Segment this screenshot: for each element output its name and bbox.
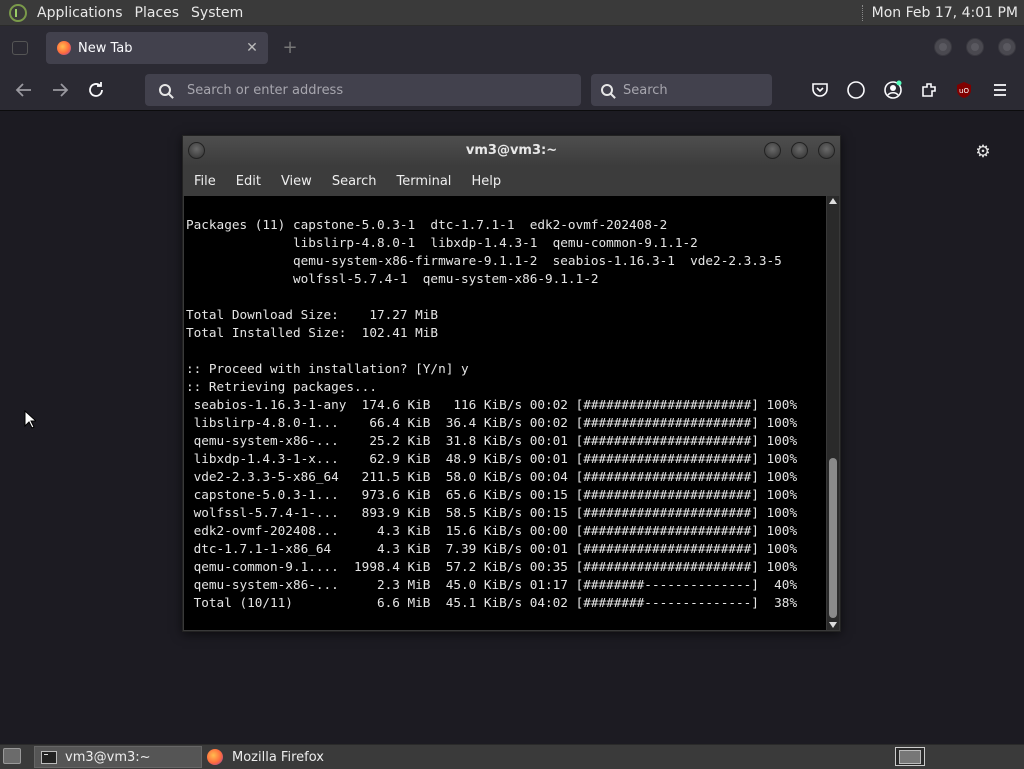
show-desktop-icon[interactable]	[3, 748, 21, 764]
terminal-menubar: File Edit View Search Terminal Help	[183, 166, 840, 196]
tab-new-tab[interactable]: New Tab ✕	[46, 32, 268, 64]
firefox-favicon-icon	[57, 41, 71, 55]
terminal-maximize-button[interactable]	[791, 142, 808, 159]
firefox-icon	[207, 749, 223, 765]
menu-search[interactable]: Search	[322, 174, 387, 189]
terminal-line: Total (10/11) 6.6 MiB 45.1 KiB/s 04:02 […	[186, 595, 798, 610]
terminal-title: vm3@vm3:~	[465, 143, 558, 158]
terminal-line: Total Installed Size: 102.41 MiB	[186, 325, 439, 340]
menu-terminal[interactable]: Terminal	[386, 174, 461, 189]
panel-separator	[861, 4, 866, 21]
terminal-icon	[41, 750, 57, 764]
search-icon	[159, 84, 171, 96]
workspace-switcher[interactable]	[895, 747, 925, 766]
terminal-line: :: Retrieving packages...	[186, 379, 377, 394]
terminal-line: seabios-1.16.3-1-any 174.6 KiB 116 KiB/s…	[186, 397, 798, 412]
terminal-line: capstone-5.0.3-1... 973.6 KiB 65.6 KiB/s…	[186, 487, 798, 502]
scroll-up-icon[interactable]	[829, 198, 837, 204]
distro-logo-icon[interactable]	[9, 3, 27, 22]
taskbar-item-firefox[interactable]: Mozilla Firefox	[203, 746, 373, 768]
bottom-panel: vm3@vm3:~ Mozilla Firefox	[0, 744, 1024, 769]
terminal-line: qemu-system-x86-... 2.3 MiB 45.0 KiB/s 0…	[186, 577, 798, 592]
settings-gear-icon[interactable]: ⚙	[974, 143, 992, 161]
terminal-line: Packages (11) capstone-5.0.3-1 dtc-1.7.1…	[186, 217, 668, 232]
terminal-line: dtc-1.7.1-1-x86_64 4.3 KiB 7.39 KiB/s 00…	[186, 541, 798, 556]
firefox-view-icon[interactable]	[846, 80, 866, 100]
extensions-icon[interactable]	[919, 80, 939, 100]
back-icon[interactable]	[12, 78, 36, 102]
clock[interactable]: Mon Feb 17, 4:01 PM	[872, 5, 1018, 21]
menu-system[interactable]: System	[185, 5, 249, 21]
terminal-line: :: Proceed with installation? [Y/n] y	[186, 361, 469, 376]
scroll-down-icon[interactable]	[829, 622, 837, 628]
terminal-screen[interactable]: Packages (11) capstone-5.0.3-1 dtc-1.7.1…	[184, 196, 826, 630]
terminal-minimize-button[interactable]	[764, 142, 781, 159]
tab-title: New Tab	[78, 40, 133, 56]
search-bar[interactable]: Search	[591, 74, 772, 106]
tab-close-icon[interactable]: ✕	[242, 40, 262, 56]
terminal-scrollbar[interactable]	[827, 196, 839, 630]
reload-icon[interactable]	[84, 78, 108, 102]
close-window-button[interactable]	[998, 38, 1016, 56]
terminal-titlebar[interactable]: vm3@vm3:~	[183, 136, 840, 166]
account-icon[interactable]	[883, 80, 903, 100]
terminal-close-button[interactable]	[818, 142, 835, 159]
top-panel: Applications Places System Mon Feb 17, 4…	[0, 0, 1024, 26]
search-bar-placeholder: Search	[623, 82, 668, 98]
search-icon	[601, 84, 613, 96]
terminal-line: qemu-system-x86-firmware-9.1.1-2 seabios…	[186, 253, 782, 268]
svg-text:uO: uO	[959, 87, 969, 95]
hamburger-menu-icon[interactable]	[990, 80, 1010, 100]
navigation-toolbar: Search or enter address Search uO	[0, 70, 1024, 111]
menu-places[interactable]: Places	[129, 5, 186, 21]
terminal-line: qemu-system-x86-... 25.2 KiB 31.8 KiB/s …	[186, 433, 798, 448]
address-bar-placeholder: Search or enter address	[187, 82, 344, 98]
tab-strip: New Tab ✕ +	[0, 26, 1024, 70]
forward-icon[interactable]	[48, 78, 72, 102]
menu-applications[interactable]: Applications	[31, 5, 129, 21]
new-tab-button[interactable]: +	[280, 38, 300, 58]
terminal-line: Total Download Size: 17.27 MiB	[186, 307, 439, 322]
menu-help[interactable]: Help	[461, 174, 511, 189]
scrollbar-thumb[interactable]	[829, 458, 837, 618]
sidebar-icon[interactable]	[12, 41, 28, 55]
terminal-output: Packages (11) capstone-5.0.3-1 dtc-1.7.1…	[186, 216, 797, 612]
taskbar-item-terminal[interactable]: vm3@vm3:~	[34, 746, 202, 768]
minimize-window-button[interactable]	[934, 38, 952, 56]
terminal-line: wolfssl-5.7.4-1 qemu-system-x86-9.1.1-2	[186, 271, 599, 286]
menu-file[interactable]: File	[183, 174, 226, 189]
menu-edit[interactable]: Edit	[226, 174, 271, 189]
terminal-window[interactable]: vm3@vm3:~ File Edit View Search Terminal…	[182, 135, 841, 632]
address-bar[interactable]: Search or enter address	[145, 74, 581, 106]
terminal-line: edk2-ovmf-202408... 4.3 KiB 15.6 KiB/s 0…	[186, 523, 798, 538]
terminal-line: libxdp-1.4.3-1-x... 62.9 KiB 48.9 KiB/s …	[186, 451, 798, 466]
mouse-pointer-icon	[24, 410, 36, 429]
menu-view[interactable]: View	[271, 174, 322, 189]
terminal-line: libslirp-4.8.0-1 libxdp-1.4.3-1 qemu-com…	[186, 235, 698, 250]
ublock-origin-icon[interactable]: uO	[954, 80, 974, 100]
terminal-line: vde2-2.3.3-5-x86_64 211.5 KiB 58.0 KiB/s…	[186, 469, 798, 484]
terminal-line: qemu-common-9.1.... 1998.4 KiB 57.2 KiB/…	[186, 559, 798, 574]
terminal-line: libslirp-4.8.0-1... 66.4 KiB 36.4 KiB/s …	[186, 415, 798, 430]
terminal-line: wolfssl-5.7.4-1-... 893.9 KiB 58.5 KiB/s…	[186, 505, 798, 520]
taskbar-item-label: Mozilla Firefox	[232, 749, 324, 765]
maximize-window-button[interactable]	[966, 38, 984, 56]
taskbar-item-label: vm3@vm3:~	[65, 749, 151, 765]
pocket-icon[interactable]	[810, 80, 830, 100]
